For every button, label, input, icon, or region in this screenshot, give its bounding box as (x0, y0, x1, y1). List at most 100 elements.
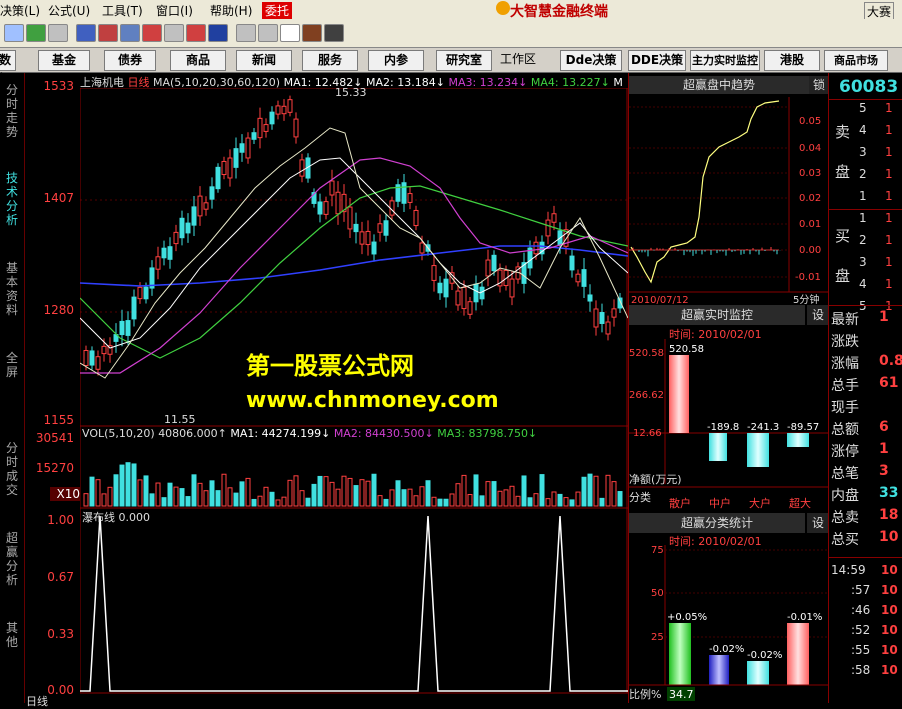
nav-hk-stock[interactable]: 港股 (764, 50, 820, 71)
tick-time: :57 (851, 583, 871, 597)
candle-body (203, 202, 209, 210)
monitor-category-label: 分类 (629, 490, 651, 504)
quote-field-label: 总手 (831, 378, 859, 394)
candle-body (533, 241, 539, 255)
column-chart-icon[interactable] (98, 24, 118, 42)
volume-bar (239, 481, 245, 507)
quote-field-label: 涨跌 (831, 334, 859, 350)
candle-body (581, 269, 587, 287)
tab-chaoying[interactable]: 超赢分析 (4, 531, 20, 587)
tick-time: :52 (851, 623, 871, 637)
monitor-settings-button[interactable]: 设 (807, 305, 829, 325)
monitor-bar-retail (669, 355, 689, 433)
volume-bar (125, 462, 131, 507)
f10-icon[interactable] (164, 24, 184, 42)
nav-workspace[interactable]: 工作区 (494, 50, 542, 69)
volume-bar (569, 499, 575, 507)
nav-main-monitor[interactable]: 主力实时监控 (690, 50, 760, 71)
quote-field-label: 总额 (831, 422, 859, 438)
stats-settings-button[interactable]: 设 (807, 513, 829, 533)
volume-bar (131, 463, 137, 507)
buy-label-2: 盘 (835, 267, 851, 285)
nav-bond[interactable]: 债券 (104, 50, 156, 71)
sector-icon[interactable] (142, 24, 162, 42)
volume-bar (263, 486, 269, 507)
tab-ticks[interactable]: 分时成交 (4, 441, 20, 497)
globe-icon[interactable] (208, 24, 228, 42)
menu-item-help[interactable]: 帮助(H) (210, 2, 252, 19)
candle-body (173, 231, 179, 245)
quote-field-label: 最新 (831, 312, 859, 328)
vol-unit: X10 (50, 487, 80, 501)
sell-level: 4 (859, 123, 867, 137)
candle-body (485, 259, 491, 277)
info-icon[interactable] (186, 24, 206, 42)
trend-lock-button[interactable]: 锁 (809, 76, 829, 94)
volume-bar (119, 464, 125, 507)
tab-other[interactable]: 其他 (4, 621, 20, 649)
nav-news[interactable]: 新闻 (236, 50, 292, 71)
stats-panel-title: 超赢分类统计 (629, 513, 805, 533)
candle-body (239, 143, 245, 153)
tab-intraday[interactable]: 分时走势 (4, 83, 20, 139)
nav-commodity[interactable]: 商品 (170, 50, 226, 71)
candle-body (599, 312, 605, 324)
candle-body (263, 124, 269, 132)
nav-data[interactable]: 数据 (0, 50, 16, 86)
book-icon[interactable] (302, 24, 322, 42)
volume-bar (209, 480, 215, 507)
volume-bar (443, 498, 449, 507)
sell-level: 5 (859, 101, 867, 115)
trend-icon[interactable] (120, 24, 140, 42)
candle-body (155, 256, 161, 270)
nav-research[interactable]: 研究室 (436, 50, 492, 71)
entrust-button[interactable]: 委托 (262, 2, 293, 19)
stats-icon[interactable] (48, 24, 68, 42)
volume-bar (335, 488, 341, 507)
back-icon[interactable] (4, 24, 24, 42)
vol-value: 40806.000↑ (158, 427, 227, 440)
nav-dde-decision[interactable]: Dde决策 (560, 50, 622, 71)
candle-body (587, 294, 593, 302)
buy-price: 1 (885, 233, 893, 247)
window-icon[interactable] (236, 24, 256, 42)
nav-dde-decision-2[interactable]: DDE决策 (628, 50, 686, 71)
volume-bar (485, 481, 491, 507)
candle-body (335, 191, 341, 215)
menu-item-window[interactable]: 窗口(I) (156, 2, 193, 19)
quote-field-value: 33 (879, 485, 899, 501)
stats-ratio-value: 34.7 (669, 688, 694, 701)
volume-bar (167, 482, 173, 507)
binoculars-icon[interactable] (76, 24, 96, 42)
nav-fund[interactable]: 基金 (38, 50, 90, 71)
sell-label-2: 盘 (835, 163, 851, 181)
menu-item-tools[interactable]: 工具(T) (102, 2, 143, 19)
tab-fundamentals[interactable]: 基本资料 (4, 261, 20, 317)
layout-icon[interactable] (280, 24, 300, 42)
nav-service[interactable]: 服务 (302, 50, 358, 71)
candle-body (269, 111, 275, 125)
nav-commodity-market[interactable]: 商品市场 (824, 50, 888, 71)
ind-ytick: 1.00 (47, 513, 74, 527)
volume-bar (215, 490, 221, 507)
volume-bar (95, 479, 101, 507)
stats-bar-large (747, 661, 769, 685)
tab-technical[interactable]: 技术分析 (4, 171, 20, 227)
volume-bar (365, 480, 371, 507)
low-price-label: 11.55 (164, 413, 196, 426)
trend-line (630, 100, 780, 284)
menu-item-decision[interactable]: 决策(L) (0, 2, 40, 19)
chart-icon[interactable] (26, 24, 46, 42)
tab-fullscreen[interactable]: 全屏 (4, 351, 20, 379)
candlesticks (83, 95, 623, 376)
sell-level: 1 (859, 189, 867, 203)
ma2-value: MA2: 13.184↓ (366, 76, 445, 88)
edit-icon[interactable] (258, 24, 278, 42)
volume-bar (449, 493, 455, 507)
barcode-icon[interactable] (324, 24, 344, 42)
menu-item-formula[interactable]: 公式(U) (48, 2, 90, 19)
trend-ytick: 0.05 (799, 116, 821, 127)
nav-insider[interactable]: 内参 (368, 50, 424, 71)
monitor-value: 520.58 (669, 344, 704, 355)
quote-field-value: 61 (879, 375, 899, 391)
